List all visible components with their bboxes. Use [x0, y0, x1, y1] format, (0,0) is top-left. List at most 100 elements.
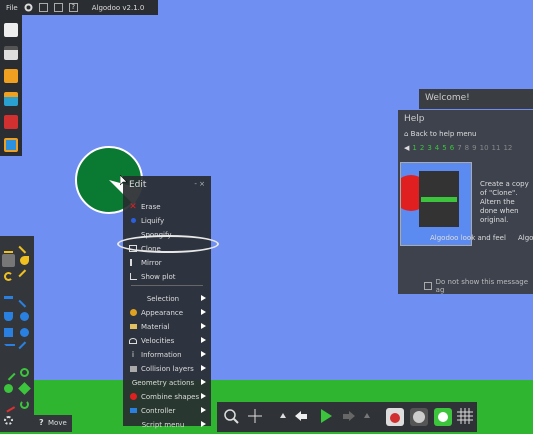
menu-title: Edit	[129, 180, 147, 190]
menu-divider	[131, 285, 203, 286]
axle-icon[interactable]	[20, 368, 29, 377]
gear-icon[interactable]	[24, 3, 33, 12]
help-window: Help ⌂ Back to help menu ◀ 1 2 3 4 5 6 7 8 9 10 11…	[398, 110, 533, 294]
open-folder-icon[interactable]	[4, 69, 18, 83]
up-arrow-icon[interactable]	[363, 412, 371, 420]
menu-item-label: Erase	[141, 202, 161, 211]
menu-item-velocities[interactable]: Velocities	[126, 334, 208, 347]
menu-item-label: Show plot	[141, 272, 176, 281]
cutter-icon[interactable]	[4, 296, 13, 308]
chain-icon[interactable]	[18, 341, 33, 356]
hinge-icon[interactable]	[18, 382, 31, 395]
play-window-icon[interactable]	[38, 3, 48, 12]
help-page-5[interactable]: 5	[442, 144, 446, 152]
menu-item-selection[interactable]: Selection	[126, 292, 208, 305]
user-scenes-icon[interactable]	[4, 115, 18, 129]
file-menu[interactable]: File	[6, 4, 18, 12]
mirror-icon	[129, 259, 137, 267]
gravity-icon[interactable]	[385, 407, 405, 427]
pan-icon[interactable]	[247, 408, 263, 424]
help-page-11[interactable]: 11	[492, 144, 501, 152]
menu-item-collision-layers[interactable]: Collision layers	[126, 362, 208, 375]
save-scene-icon[interactable]	[4, 46, 18, 60]
help-icon[interactable]: ?	[68, 3, 78, 12]
rotate-icon[interactable]	[4, 272, 13, 281]
grid-snap-icon[interactable]	[433, 407, 453, 427]
menu-item-material[interactable]: Material	[126, 320, 208, 333]
zoom-icon[interactable]	[223, 408, 239, 424]
undo-icon[interactable]	[293, 408, 309, 424]
fixate-icon[interactable]	[4, 384, 13, 393]
clone-highlight-ring	[117, 235, 219, 253]
menu-item-label: Script menu	[141, 420, 185, 429]
submenu-arrow-icon	[201, 421, 206, 427]
polygon-icon[interactable]	[4, 312, 13, 321]
help-page-6[interactable]: 6	[450, 144, 454, 152]
menu-item-controller[interactable]: Controller	[126, 404, 208, 417]
menu-item-liquify[interactable]: Liquify	[126, 214, 208, 227]
help-page-7[interactable]: 7	[457, 144, 461, 152]
grid-icon[interactable]	[457, 408, 473, 424]
menu-item-geometry-actions[interactable]: Geometry actions	[126, 376, 208, 389]
edit-context-menu: Edit - × ✕ Erase Liquify Spongify Clone Mirro…	[123, 176, 211, 429]
menu-item-erase[interactable]: ✕ Erase	[126, 200, 208, 213]
submenu-arrow-icon	[201, 323, 206, 329]
help-page-12[interactable]: 12	[503, 144, 512, 152]
air-friction-icon[interactable]	[409, 407, 429, 427]
tool-help-icon[interactable]: ?	[39, 418, 44, 427]
drag-hand-icon[interactable]	[20, 256, 29, 265]
save-icon[interactable]	[53, 3, 63, 12]
help-pagination: ◀ 1 2 3 4 5 6 7 8 9 10 11 12	[404, 144, 515, 152]
menu-item-label: Selection	[146, 294, 180, 303]
thruster-icon[interactable]	[1, 398, 16, 413]
menu-item-label: Collision layers	[141, 364, 194, 373]
move-tool-icon[interactable]	[2, 254, 15, 267]
brush-icon[interactable]	[4, 242, 13, 253]
plane-icon[interactable]	[4, 344, 15, 355]
menu-window-buttons[interactable]: - ×	[194, 180, 205, 188]
back-to-help-menu-link[interactable]: ⌂ Back to help menu	[404, 130, 477, 138]
scale-icon[interactable]	[18, 269, 33, 284]
browse-scenes-icon[interactable]	[4, 92, 18, 106]
menu-item-combine-shapes[interactable]: Combine shapes	[126, 390, 208, 403]
current-tool-name: Move	[48, 419, 67, 427]
checkbox-icon[interactable]	[424, 282, 432, 290]
gear-tool-icon[interactable]	[20, 312, 29, 321]
menu-item-mirror[interactable]: Mirror	[126, 256, 208, 269]
menu-item-label: Liquify	[141, 216, 165, 225]
new-scene-icon[interactable]	[4, 23, 18, 37]
circle-tool-icon[interactable]	[20, 328, 29, 337]
help-page-2[interactable]: 2	[420, 144, 424, 152]
help-page-4[interactable]: 4	[435, 144, 439, 152]
submenu-arrow-icon	[201, 309, 206, 315]
welcome-window-header[interactable]: Welcome!	[419, 89, 533, 109]
play-icon[interactable]	[319, 408, 333, 424]
spring-icon[interactable]	[1, 366, 16, 381]
file-toolbar	[0, 15, 22, 156]
dont-show-checkbox[interactable]: Do not show this message ag	[424, 278, 533, 294]
help-page-10[interactable]: 10	[480, 144, 489, 152]
redo-icon[interactable]	[341, 408, 357, 424]
submenu-arrow-icon	[201, 379, 206, 385]
mouse-cursor-icon	[120, 175, 128, 186]
help-caption-left[interactable]: Algodoo look and feel	[430, 234, 506, 242]
menu-item-show-plot[interactable]: Show plot	[126, 270, 208, 283]
previous-page-icon[interactable]: ◀	[404, 144, 409, 152]
help-caption-right[interactable]: Algo	[518, 234, 533, 242]
box-icon[interactable]	[4, 328, 13, 337]
laser-icon[interactable]	[4, 416, 13, 425]
help-page-8[interactable]: 8	[465, 144, 469, 152]
sketch-icon[interactable]	[18, 293, 33, 308]
tracer-icon[interactable]	[20, 400, 29, 409]
help-page-9[interactable]: 9	[472, 144, 476, 152]
phun-box-icon[interactable]	[4, 138, 18, 152]
help-page-3[interactable]: 3	[427, 144, 431, 152]
up-arrow-icon[interactable]	[279, 412, 287, 420]
current-tool-label: ? Move	[34, 415, 72, 432]
pencil-icon[interactable]	[18, 239, 33, 254]
menu-item-label: Information	[141, 350, 182, 359]
menu-item-appearance[interactable]: Appearance	[126, 306, 208, 319]
help-page-1[interactable]: 1	[412, 144, 416, 152]
menu-item-script-menu[interactable]: Script menu	[126, 418, 208, 431]
menu-item-information[interactable]: i Information	[126, 348, 208, 361]
